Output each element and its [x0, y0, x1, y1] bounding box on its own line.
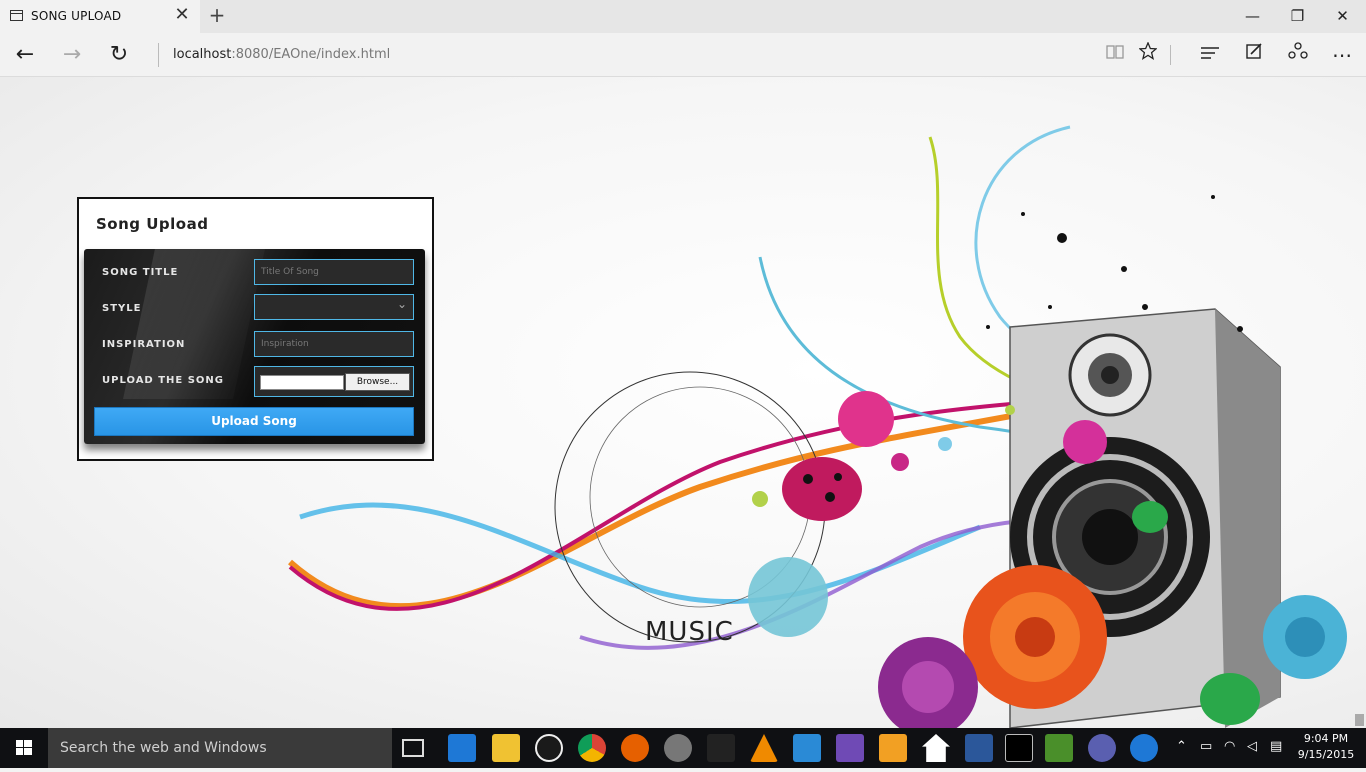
style-select[interactable] [254, 292, 414, 320]
song-file-input[interactable]: Browse... [254, 366, 414, 397]
new-tab-button[interactable]: + [206, 5, 228, 27]
file-explorer-icon[interactable] [492, 734, 520, 762]
taskbar-clock[interactable]: 9:04 PM 9/15/2015 [1296, 731, 1356, 763]
url-path: :8080/EAOne/index.html [231, 47, 391, 62]
battery-icon[interactable]: ▭ [1200, 739, 1212, 754]
tray-expand-icon[interactable]: ⌃ [1176, 739, 1187, 754]
reading-view-icon[interactable] [1100, 41, 1130, 69]
song-upload-panel: Song Upload SONG TITLE Title Of Song STY… [77, 197, 434, 461]
firefox-icon[interactable] [621, 734, 649, 762]
vlc-icon[interactable] [750, 734, 778, 762]
web-note-icon[interactable] [1239, 41, 1269, 69]
action-center-icon[interactable]: ▤ [1270, 739, 1282, 754]
lightning-app-icon[interactable] [707, 734, 735, 762]
chart-app-icon[interactable] [1045, 734, 1073, 762]
tab-title: SONG UPLOAD [31, 9, 122, 23]
music-artwork-text: MUSIC [645, 617, 734, 647]
inspiration-label: INSPIRATION [102, 339, 186, 350]
home-icon[interactable] [922, 734, 950, 762]
style-label: STYLE [102, 303, 142, 314]
page-icon [10, 10, 23, 21]
refresh-button[interactable]: ↻ [104, 41, 134, 69]
minimize-button[interactable]: — [1230, 0, 1275, 33]
favorite-star-icon[interactable] [1133, 41, 1163, 69]
file-path-field[interactable] [260, 375, 344, 390]
edge-browser-icon[interactable] [448, 734, 476, 762]
word-icon[interactable] [965, 734, 993, 762]
hub-icon[interactable] [1195, 41, 1225, 69]
wifi-icon[interactable]: ◠ [1224, 739, 1235, 754]
upload-song-label: UPLOAD THE SONG [102, 375, 225, 386]
help-icon[interactable] [1130, 734, 1158, 762]
navigation-bar: ← → ↻ localhost:8080/EAOne/index.html ⋯ [0, 33, 1366, 77]
clock-time: 9:04 PM [1303, 732, 1349, 745]
volume-icon[interactable]: ◁ [1247, 739, 1257, 754]
tab-close-icon[interactable]: ✕ [172, 5, 192, 25]
task-view-icon[interactable] [402, 739, 424, 757]
scrollbar-thumb[interactable] [1355, 714, 1364, 726]
windows-logo-icon [16, 740, 32, 755]
store-icon[interactable] [879, 734, 907, 762]
browse-button[interactable]: Browse... [345, 373, 410, 391]
forward-button[interactable]: → [57, 41, 87, 69]
tab-bar: SONG UPLOAD ✕ + — ❐ ✕ [0, 0, 1366, 33]
back-button[interactable]: ← [10, 41, 40, 69]
command-prompt-icon[interactable] [1005, 734, 1033, 762]
hp-icon[interactable] [535, 734, 563, 762]
upload-form: SONG TITLE Title Of Song STYLE INSPIRATI… [84, 249, 425, 444]
tab-song-upload[interactable]: SONG UPLOAD ✕ [0, 0, 200, 33]
share-icon[interactable] [1283, 41, 1313, 69]
taskbar-search-box[interactable]: Search the web and Windows [48, 728, 392, 768]
windows-taskbar: Search the web and Windows ⌃ ▭ ◠ ◁ ▤ 9:0… [0, 728, 1366, 768]
network-app-icon[interactable] [1088, 734, 1116, 762]
chrome-icon[interactable] [578, 734, 606, 762]
start-button[interactable] [0, 728, 48, 768]
upload-song-button[interactable]: Upload Song [94, 407, 414, 436]
more-icon[interactable]: ⋯ [1327, 41, 1357, 69]
inspiration-input[interactable]: Inspiration [254, 331, 414, 357]
close-window-button[interactable]: ✕ [1320, 0, 1365, 33]
settings-app-icon[interactable] [793, 734, 821, 762]
song-title-label: SONG TITLE [102, 267, 179, 278]
app-icon[interactable] [664, 734, 692, 762]
clock-date: 9/15/2015 [1297, 748, 1355, 761]
url-host: localhost [173, 47, 232, 62]
toolbar-divider [1170, 45, 1171, 65]
page-viewport: MUSIC Song Upload SONG TITLE Title Of So… [0, 77, 1366, 728]
panel-title: Song Upload [96, 215, 209, 233]
restore-button[interactable]: ❐ [1275, 0, 1320, 33]
address-bar[interactable]: localhost:8080/EAOne/index.html [158, 43, 390, 67]
visual-studio-icon[interactable] [836, 734, 864, 762]
song-title-input[interactable]: Title Of Song [254, 259, 414, 285]
